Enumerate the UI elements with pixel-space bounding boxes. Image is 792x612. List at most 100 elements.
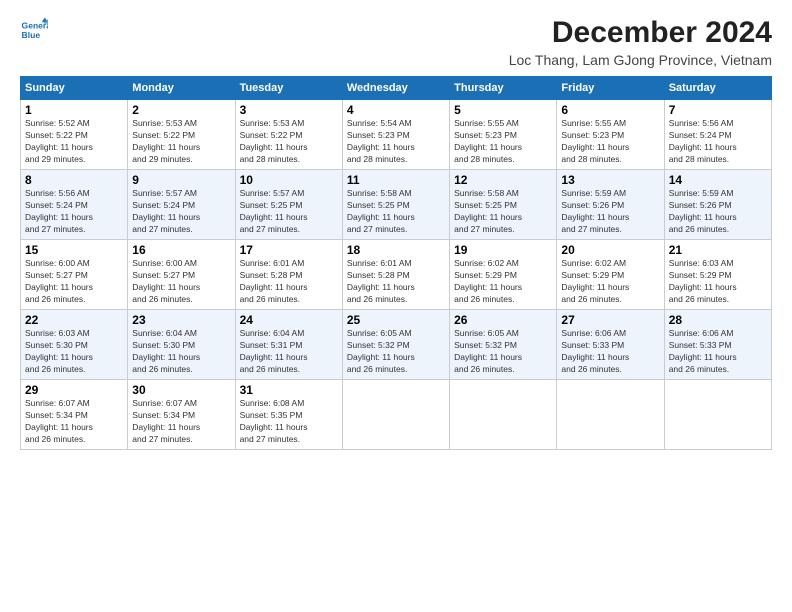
table-row: 23Sunrise: 6:04 AM Sunset: 5:30 PM Dayli… <box>128 310 235 380</box>
col-monday: Monday <box>128 77 235 100</box>
table-row: 22Sunrise: 6:03 AM Sunset: 5:30 PM Dayli… <box>21 310 128 380</box>
col-wednesday: Wednesday <box>342 77 449 100</box>
day-number: 22 <box>25 313 123 327</box>
table-row <box>557 380 664 450</box>
day-info: Sunrise: 6:01 AM Sunset: 5:28 PM Dayligh… <box>240 258 338 306</box>
day-number: 19 <box>454 243 552 257</box>
day-info: Sunrise: 5:58 AM Sunset: 5:25 PM Dayligh… <box>347 188 445 236</box>
day-number: 13 <box>561 173 659 187</box>
day-info: Sunrise: 6:01 AM Sunset: 5:28 PM Dayligh… <box>347 258 445 306</box>
day-info: Sunrise: 6:00 AM Sunset: 5:27 PM Dayligh… <box>25 258 123 306</box>
table-row: 15Sunrise: 6:00 AM Sunset: 5:27 PM Dayli… <box>21 240 128 310</box>
logo-icon: General Blue <box>20 16 48 44</box>
table-row: 25Sunrise: 6:05 AM Sunset: 5:32 PM Dayli… <box>342 310 449 380</box>
table-row: 16Sunrise: 6:00 AM Sunset: 5:27 PM Dayli… <box>128 240 235 310</box>
col-saturday: Saturday <box>664 77 771 100</box>
day-info: Sunrise: 5:57 AM Sunset: 5:25 PM Dayligh… <box>240 188 338 236</box>
day-number: 24 <box>240 313 338 327</box>
day-number: 17 <box>240 243 338 257</box>
day-number: 14 <box>669 173 767 187</box>
day-info: Sunrise: 6:08 AM Sunset: 5:35 PM Dayligh… <box>240 398 338 446</box>
day-number: 11 <box>347 173 445 187</box>
day-number: 25 <box>347 313 445 327</box>
day-info: Sunrise: 6:00 AM Sunset: 5:27 PM Dayligh… <box>132 258 230 306</box>
day-number: 28 <box>669 313 767 327</box>
calendar-week-row: 1Sunrise: 5:52 AM Sunset: 5:22 PM Daylig… <box>21 100 772 170</box>
table-row: 9Sunrise: 5:57 AM Sunset: 5:24 PM Daylig… <box>128 170 235 240</box>
table-row: 4Sunrise: 5:54 AM Sunset: 5:23 PM Daylig… <box>342 100 449 170</box>
col-sunday: Sunday <box>21 77 128 100</box>
table-row <box>450 380 557 450</box>
day-info: Sunrise: 5:56 AM Sunset: 5:24 PM Dayligh… <box>669 118 767 166</box>
page-header: General Blue December 2024 Loc Thang, La… <box>20 16 772 68</box>
day-number: 1 <box>25 103 123 117</box>
day-info: Sunrise: 5:56 AM Sunset: 5:24 PM Dayligh… <box>25 188 123 236</box>
day-number: 30 <box>132 383 230 397</box>
day-number: 31 <box>240 383 338 397</box>
table-row: 18Sunrise: 6:01 AM Sunset: 5:28 PM Dayli… <box>342 240 449 310</box>
day-info: Sunrise: 6:04 AM Sunset: 5:31 PM Dayligh… <box>240 328 338 376</box>
table-row <box>664 380 771 450</box>
table-row: 28Sunrise: 6:06 AM Sunset: 5:33 PM Dayli… <box>664 310 771 380</box>
day-info: Sunrise: 6:02 AM Sunset: 5:29 PM Dayligh… <box>454 258 552 306</box>
table-row: 30Sunrise: 6:07 AM Sunset: 5:34 PM Dayli… <box>128 380 235 450</box>
day-info: Sunrise: 5:55 AM Sunset: 5:23 PM Dayligh… <box>454 118 552 166</box>
table-row: 8Sunrise: 5:56 AM Sunset: 5:24 PM Daylig… <box>21 170 128 240</box>
day-number: 21 <box>669 243 767 257</box>
day-info: Sunrise: 6:05 AM Sunset: 5:32 PM Dayligh… <box>454 328 552 376</box>
day-info: Sunrise: 6:03 AM Sunset: 5:30 PM Dayligh… <box>25 328 123 376</box>
day-info: Sunrise: 5:53 AM Sunset: 5:22 PM Dayligh… <box>240 118 338 166</box>
day-info: Sunrise: 5:55 AM Sunset: 5:23 PM Dayligh… <box>561 118 659 166</box>
day-info: Sunrise: 5:52 AM Sunset: 5:22 PM Dayligh… <box>25 118 123 166</box>
day-info: Sunrise: 5:54 AM Sunset: 5:23 PM Dayligh… <box>347 118 445 166</box>
col-tuesday: Tuesday <box>235 77 342 100</box>
day-info: Sunrise: 6:02 AM Sunset: 5:29 PM Dayligh… <box>561 258 659 306</box>
day-info: Sunrise: 5:53 AM Sunset: 5:22 PM Dayligh… <box>132 118 230 166</box>
calendar-header-row: Sunday Monday Tuesday Wednesday Thursday… <box>21 77 772 100</box>
calendar-week-row: 22Sunrise: 6:03 AM Sunset: 5:30 PM Dayli… <box>21 310 772 380</box>
day-number: 16 <box>132 243 230 257</box>
day-number: 26 <box>454 313 552 327</box>
day-info: Sunrise: 6:06 AM Sunset: 5:33 PM Dayligh… <box>669 328 767 376</box>
day-number: 15 <box>25 243 123 257</box>
table-row: 14Sunrise: 5:59 AM Sunset: 5:26 PM Dayli… <box>664 170 771 240</box>
day-number: 20 <box>561 243 659 257</box>
table-row: 29Sunrise: 6:07 AM Sunset: 5:34 PM Dayli… <box>21 380 128 450</box>
day-number: 12 <box>454 173 552 187</box>
col-thursday: Thursday <box>450 77 557 100</box>
calendar-week-row: 15Sunrise: 6:00 AM Sunset: 5:27 PM Dayli… <box>21 240 772 310</box>
day-info: Sunrise: 5:57 AM Sunset: 5:24 PM Dayligh… <box>132 188 230 236</box>
svg-text:Blue: Blue <box>22 30 41 40</box>
day-number: 27 <box>561 313 659 327</box>
table-row: 13Sunrise: 5:59 AM Sunset: 5:26 PM Dayli… <box>557 170 664 240</box>
table-row <box>342 380 449 450</box>
day-number: 5 <box>454 103 552 117</box>
table-row: 21Sunrise: 6:03 AM Sunset: 5:29 PM Dayli… <box>664 240 771 310</box>
logo: General Blue <box>20 16 48 44</box>
day-number: 4 <box>347 103 445 117</box>
table-row: 3Sunrise: 5:53 AM Sunset: 5:22 PM Daylig… <box>235 100 342 170</box>
day-info: Sunrise: 5:59 AM Sunset: 5:26 PM Dayligh… <box>561 188 659 236</box>
table-row: 12Sunrise: 5:58 AM Sunset: 5:25 PM Dayli… <box>450 170 557 240</box>
day-info: Sunrise: 6:07 AM Sunset: 5:34 PM Dayligh… <box>132 398 230 446</box>
calendar-table: Sunday Monday Tuesday Wednesday Thursday… <box>20 76 772 450</box>
table-row: 17Sunrise: 6:01 AM Sunset: 5:28 PM Dayli… <box>235 240 342 310</box>
day-number: 2 <box>132 103 230 117</box>
calendar-title: December 2024 <box>509 16 772 50</box>
day-number: 6 <box>561 103 659 117</box>
day-info: Sunrise: 6:05 AM Sunset: 5:32 PM Dayligh… <box>347 328 445 376</box>
title-block: December 2024 Loc Thang, Lam GJong Provi… <box>509 16 772 68</box>
table-row: 26Sunrise: 6:05 AM Sunset: 5:32 PM Dayli… <box>450 310 557 380</box>
day-number: 18 <box>347 243 445 257</box>
table-row: 1Sunrise: 5:52 AM Sunset: 5:22 PM Daylig… <box>21 100 128 170</box>
table-row: 19Sunrise: 6:02 AM Sunset: 5:29 PM Dayli… <box>450 240 557 310</box>
day-number: 10 <box>240 173 338 187</box>
day-number: 29 <box>25 383 123 397</box>
day-info: Sunrise: 6:04 AM Sunset: 5:30 PM Dayligh… <box>132 328 230 376</box>
day-number: 23 <box>132 313 230 327</box>
table-row: 5Sunrise: 5:55 AM Sunset: 5:23 PM Daylig… <box>450 100 557 170</box>
table-row: 2Sunrise: 5:53 AM Sunset: 5:22 PM Daylig… <box>128 100 235 170</box>
table-row: 6Sunrise: 5:55 AM Sunset: 5:23 PM Daylig… <box>557 100 664 170</box>
table-row: 11Sunrise: 5:58 AM Sunset: 5:25 PM Dayli… <box>342 170 449 240</box>
day-number: 8 <box>25 173 123 187</box>
